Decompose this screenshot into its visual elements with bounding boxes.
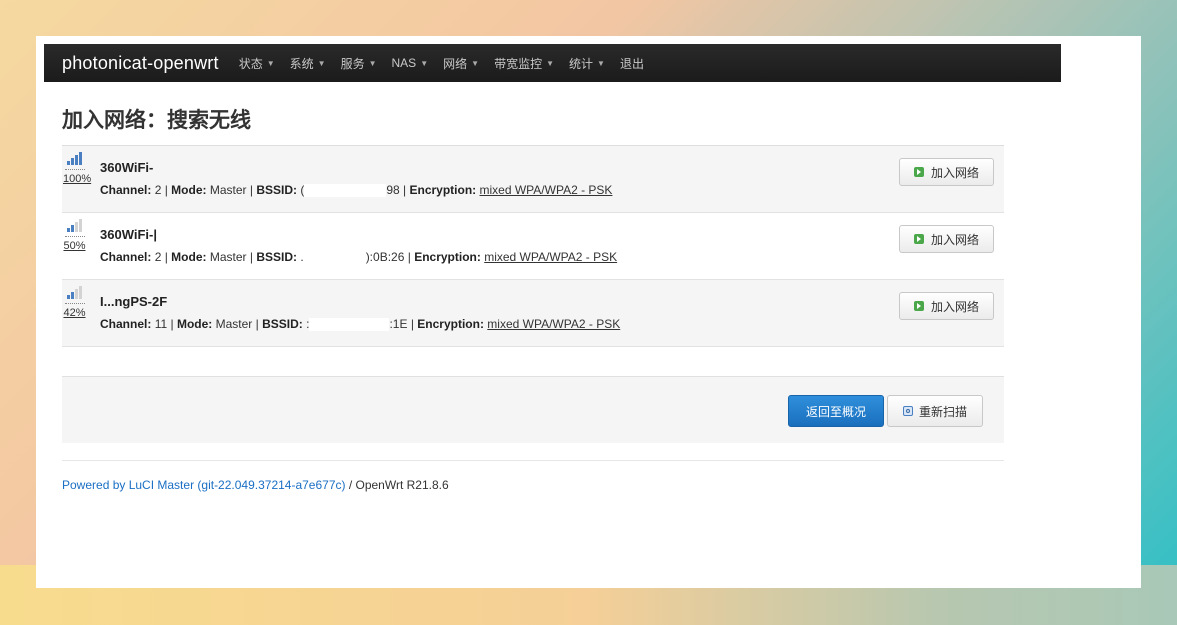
network-ssid: 360WiFi-| xyxy=(100,227,157,242)
join-network-button[interactable]: 加入网络 xyxy=(899,158,994,186)
network-row: 42% I...ngPS-2F Channel: 11 | Mode: Mast… xyxy=(62,280,1004,347)
join-network-button[interactable]: 加入网络 xyxy=(899,292,994,320)
caret-down-icon: ▼ xyxy=(368,58,377,68)
network-ssid: 360WiFi- xyxy=(100,160,154,175)
mode-label: Mode: xyxy=(171,183,207,197)
mode-label: Mode: xyxy=(176,317,213,331)
signal-percent: 100% xyxy=(63,173,92,185)
signal-indicator: 42% xyxy=(63,285,86,319)
signal-strength-icon xyxy=(67,218,86,232)
caret-down-icon: ▼ xyxy=(317,58,326,68)
menu-services[interactable]: 服务 ▼ xyxy=(341,55,377,72)
luci-link[interactable]: Powered by LuCI Master (git-22.049.37214… xyxy=(62,478,346,492)
network-row: 50% 360WiFi-| Channel: 2 | Mode: Master … xyxy=(62,213,1004,280)
channel-label: Channel: xyxy=(100,317,152,331)
bssid-suffix: ):0B:26 xyxy=(365,250,405,264)
network-details: Channel: 2 | Mode: Master | BSSID: .):0B… xyxy=(100,250,618,265)
bssid-label: BSSID: xyxy=(256,183,297,197)
menu-logout[interactable]: 退出 xyxy=(620,55,644,72)
redacted-block xyxy=(309,318,390,332)
network-ssid: I...ngPS-2F xyxy=(100,294,168,309)
encryption-value: mixed WPA/WPA2 - PSK xyxy=(484,250,618,264)
signal-strength-icon xyxy=(67,151,86,165)
menu-status-label: 状态 xyxy=(238,56,263,71)
join-button-label: 加入网络 xyxy=(930,232,979,247)
signal-strength-icon xyxy=(67,285,86,299)
join-network-button[interactable]: 加入网络 xyxy=(899,225,994,253)
menu-nas-label: NAS xyxy=(391,56,417,70)
action-bar: 返回至概况 重新扫描 xyxy=(62,376,1004,443)
menu-services-label: 服务 xyxy=(340,56,365,71)
menu-bandwidth[interactable]: 带宽监控 ▼ xyxy=(494,55,554,72)
bssid-suffix: 98 xyxy=(386,183,400,197)
main-menu: 状态 ▼ 系统 ▼ 服务 ▼ NAS ▼ 网络 ▼ 带宽监控 ▼ 统计 ▼ 退出 xyxy=(239,55,659,72)
caret-down-icon: ▼ xyxy=(546,58,554,68)
redacted-block xyxy=(304,184,387,198)
network-details: Channel: 2 | Mode: Master | BSSID: (98 |… xyxy=(100,183,613,198)
menu-status[interactable]: 状态 ▼ xyxy=(239,55,275,72)
mode-value: Master xyxy=(215,317,253,331)
top-navbar: photonicat-openwrt 状态 ▼ 系统 ▼ 服务 ▼ NAS ▼ 网络 ▼ … xyxy=(44,44,1061,82)
mode-value: Master xyxy=(209,250,247,264)
menu-statistics[interactable]: 统计 ▼ xyxy=(569,55,605,72)
menu-network-label: 网络 xyxy=(443,56,468,71)
join-icon xyxy=(913,234,924,244)
signal-percent: 50% xyxy=(63,240,86,252)
redacted-block xyxy=(303,251,366,265)
mode-label: Mode: xyxy=(171,250,207,264)
rescan-button[interactable]: 重新扫描 xyxy=(887,395,983,427)
rescan-button-label: 重新扫描 xyxy=(918,404,967,419)
encryption-label: Encryption: xyxy=(414,250,481,264)
rescan-icon xyxy=(902,406,913,416)
footer: Powered by LuCI Master (git-22.049.37214… xyxy=(62,478,449,492)
bssid-suffix: :1E xyxy=(389,317,408,331)
bssid-label: BSSID: xyxy=(262,317,303,331)
caret-down-icon: ▼ xyxy=(597,58,605,68)
menu-network[interactable]: 网络 ▼ xyxy=(443,55,479,72)
channel-value: 2 xyxy=(154,250,162,264)
menu-bandwidth-label: 带宽监控 xyxy=(494,56,543,71)
channel-value: 11 xyxy=(154,317,168,331)
network-list: 100% 360WiFi- Channel: 2 | Mode: Master … xyxy=(62,145,1004,347)
channel-value: 2 xyxy=(154,183,162,197)
menu-system[interactable]: 系统 ▼ xyxy=(290,55,326,72)
menu-nas[interactable]: NAS ▼ xyxy=(392,56,429,70)
mode-value: Master xyxy=(209,183,247,197)
bssid-label: BSSID: xyxy=(256,250,297,264)
signal-indicator: 100% xyxy=(63,151,92,185)
back-to-overview-button[interactable]: 返回至概况 xyxy=(788,395,884,427)
footer-version: / OpenWrt R21.8.6 xyxy=(345,478,449,492)
caret-down-icon: ▼ xyxy=(266,58,275,68)
encryption-label: Encryption: xyxy=(409,183,477,197)
brand-logo[interactable]: photonicat-openwrt xyxy=(62,53,219,74)
footer-divider xyxy=(62,460,1004,461)
page-title: 加入网络：搜索无线 xyxy=(62,108,251,132)
caret-down-icon: ▼ xyxy=(420,58,429,68)
join-button-label: 加入网络 xyxy=(930,299,979,314)
encryption-value: mixed WPA/WPA2 - PSK xyxy=(487,317,621,331)
join-button-label: 加入网络 xyxy=(930,165,979,180)
join-icon xyxy=(913,301,924,311)
menu-statistics-label: 统计 xyxy=(569,56,594,71)
signal-indicator: 50% xyxy=(63,218,86,252)
encryption-value: mixed WPA/WPA2 - PSK xyxy=(479,183,613,197)
menu-logout-label: 退出 xyxy=(619,56,644,71)
caret-down-icon: ▼ xyxy=(471,58,480,68)
network-row: 100% 360WiFi- Channel: 2 | Mode: Master … xyxy=(62,146,1004,213)
join-icon xyxy=(913,167,924,177)
signal-percent: 42% xyxy=(63,307,86,319)
menu-system-label: 系统 xyxy=(289,56,314,71)
network-details: Channel: 11 | Mode: Master | BSSID: ::1E… xyxy=(100,317,621,332)
encryption-label: Encryption: xyxy=(417,317,484,331)
channel-label: Channel: xyxy=(100,250,152,264)
channel-label: Channel: xyxy=(100,183,152,197)
